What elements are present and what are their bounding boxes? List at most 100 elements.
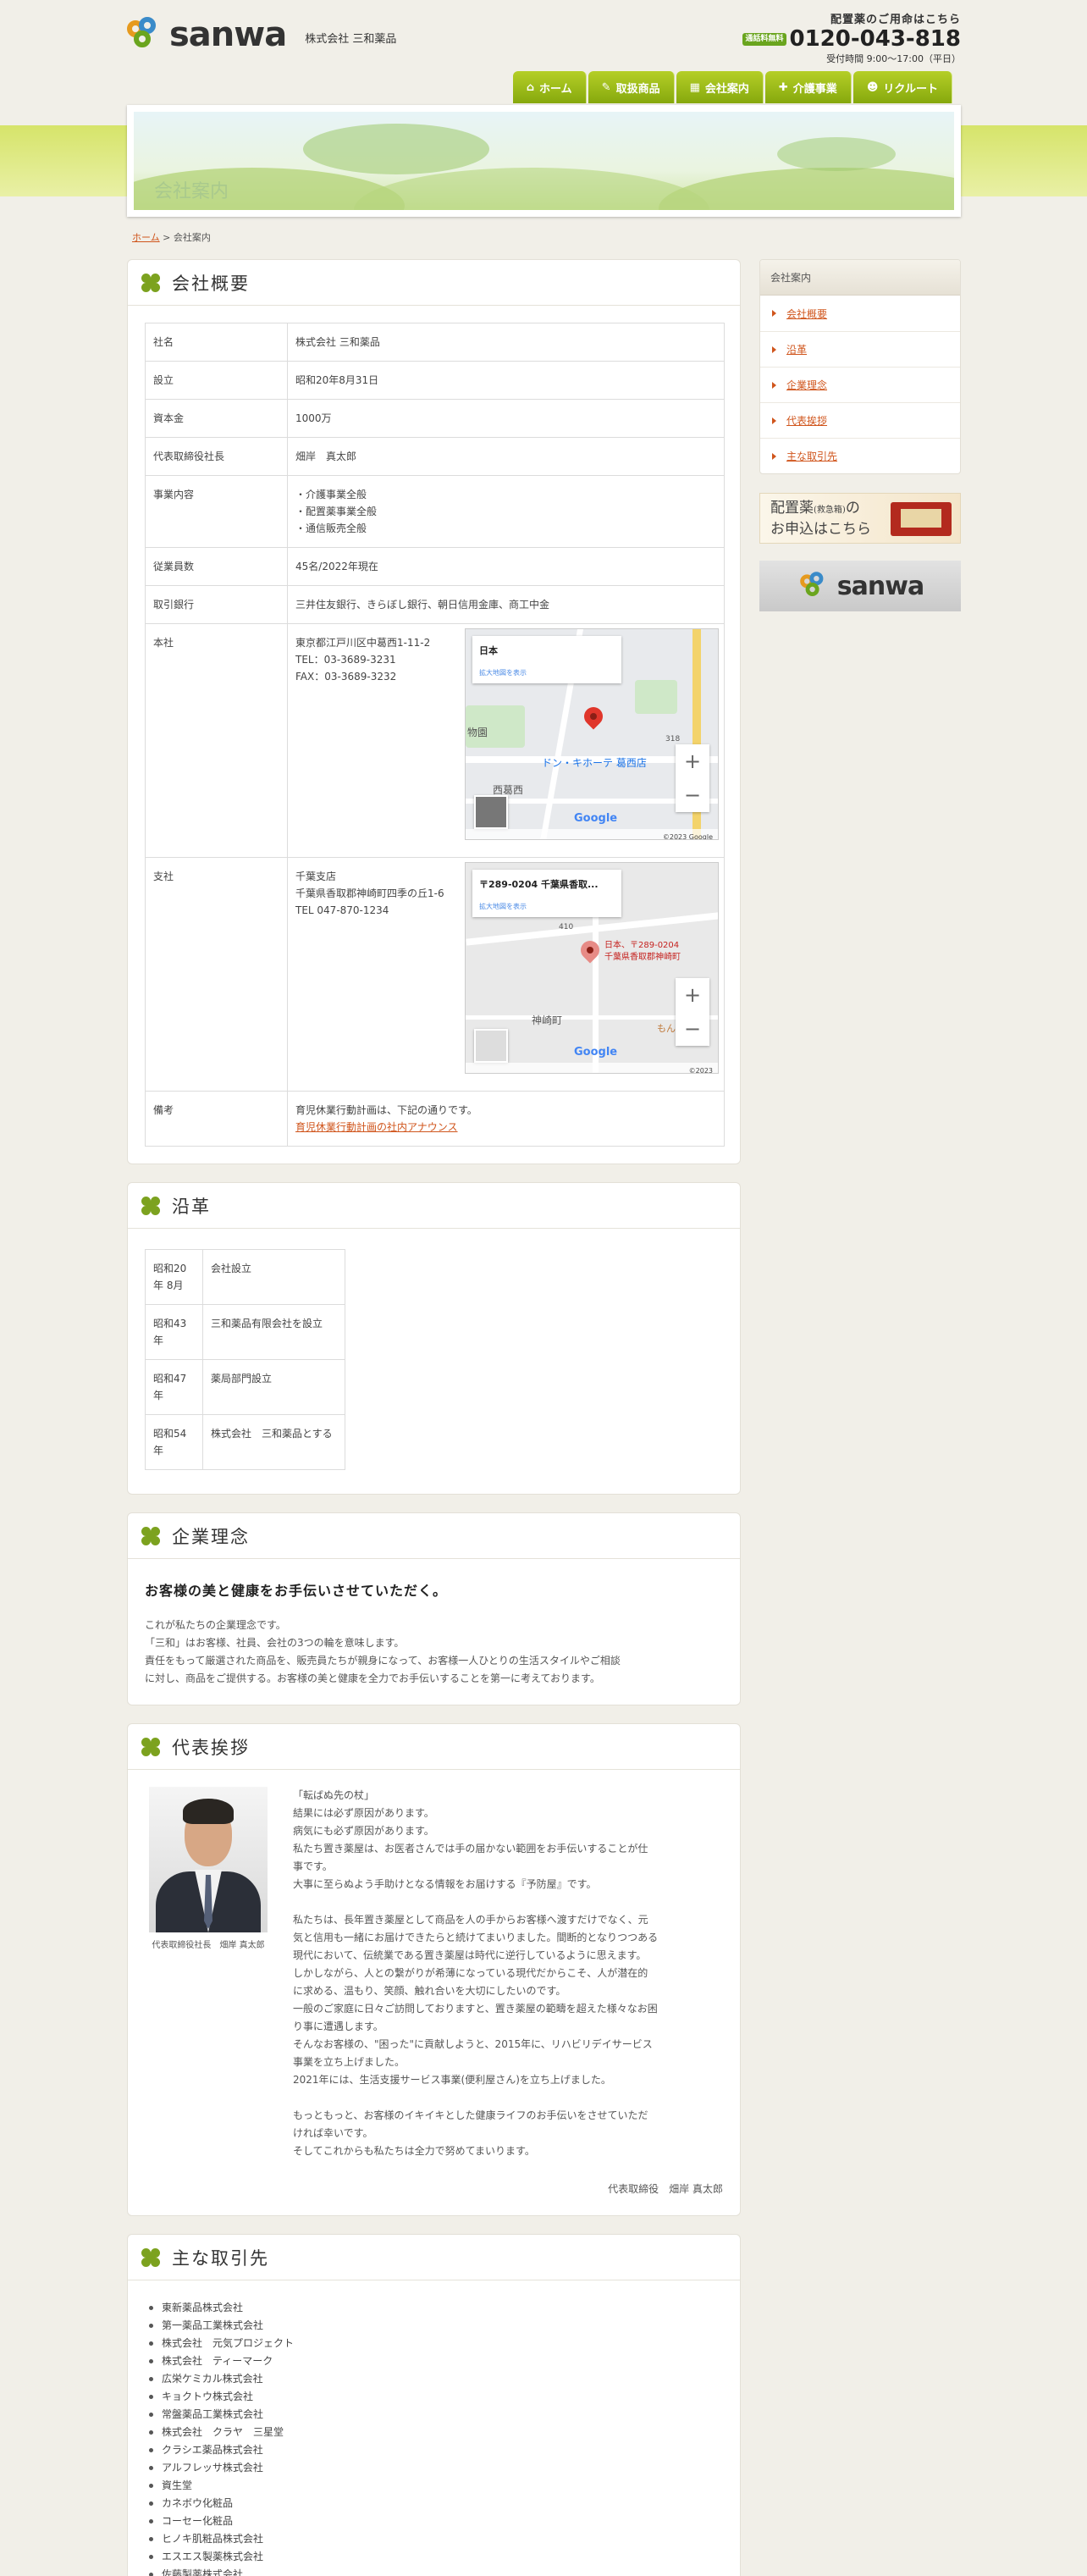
row-value: 昭和20年8月31日	[287, 361, 725, 400]
philosophy-line: 「三和」はお客様、社員、会社の3つの輪を意味します。	[145, 1637, 405, 1649]
map-label: 神崎町	[532, 1014, 563, 1026]
zoom-out-icon[interactable]: −	[684, 785, 701, 805]
table-row: 支社 〒289-0204 千葉県香取... 拡大地図を表示 日本、〒289-020…	[145, 857, 725, 1092]
row-key: 事業内容	[145, 475, 288, 548]
list-item: 株式会社 元気プロジェクト	[145, 2335, 723, 2352]
nav-label: 介護事業	[792, 82, 837, 96]
greeting-line: そんなお客様の、"困った"に貢献しようと、2015年に、リハビリデイサービス	[293, 2038, 653, 2050]
tel-hours: 受付時間 9:00〜17:00（平日）	[826, 53, 961, 64]
row-key: 資本金	[145, 399, 288, 438]
breadcrumb-separator: >	[159, 232, 174, 243]
row-key: 従業員数	[145, 547, 288, 586]
breadcrumb-home-link[interactable]: ホーム	[132, 232, 160, 243]
branch-map[interactable]: 〒289-0204 千葉県香取... 拡大地図を表示 日本、〒289-0204 千…	[465, 862, 719, 1074]
site-logo[interactable]: sanwa 株式会社 三和薬品	[127, 15, 396, 54]
tel-box: 配置薬のご用命はこちら 通話料無料 0120-043-818 受付時間 9:00…	[742, 10, 961, 65]
arrow-right-icon	[772, 345, 776, 353]
map-enlarge-link[interactable]: 拡大地図を表示	[479, 898, 615, 915]
main-content: 会社概要 社名 株式会社 三和薬品 設立 昭和20年8月31日 資本金 1000万 代…	[127, 259, 741, 2576]
president-photo	[149, 1787, 268, 1932]
sidebar-item-history[interactable]: 沿革	[760, 331, 960, 367]
zoom-out-icon[interactable]: −	[684, 1019, 701, 1039]
business-line: ・通信販売全般	[295, 522, 367, 534]
nav-products[interactable]: ✎ 取扱商品	[588, 71, 675, 103]
childcare-plan-link[interactable]: 育児休業行動計画の社内アナウンス	[295, 1121, 458, 1133]
row-value: 日本 拡大地図を表示 物園 ドン・キホーテ 葛西店 西葛西 318 + − Goog…	[287, 623, 725, 858]
nav-care[interactable]: ✚ 介護事業	[764, 71, 852, 103]
history-date: 昭和20年 8月	[145, 1249, 203, 1305]
greeting-line: 「転ばぬ先の杖」	[293, 1789, 375, 1801]
map-enlarge-link[interactable]: 拡大地図を表示	[479, 665, 615, 682]
map-pin-icon	[577, 937, 604, 964]
tel-caption: 配置薬のご用命はこちら	[830, 14, 961, 26]
history-section: 沿革 昭和20年 8月 会社設立 昭和43年 三和薬品有限会社を設立 昭和47年 薬局…	[127, 1182, 741, 1495]
sidebar-item-overview[interactable]: 会社概要	[760, 296, 960, 331]
sidebar-item-greeting[interactable]: 代表挨拶	[760, 402, 960, 438]
global-nav: ⌂ ホーム ✎ 取扱商品 ▦ 会社案内 ✚ 介護事業 ☻ リクルート	[511, 71, 952, 103]
clover-icon	[141, 1526, 160, 1545]
map-label: 千葉県香取郡神崎町	[604, 953, 681, 962]
cross-icon: ✚	[778, 80, 788, 94]
greeting-line: 現代において、伝統業である置き薬屋は時代に逆行しているように思えます。	[293, 1949, 647, 1961]
list-item: アルフレッサ株式会社	[145, 2459, 723, 2477]
arrow-right-icon	[772, 310, 776, 317]
tel-number-line[interactable]: 通話料無料 0120-043-818	[742, 26, 961, 52]
history-event: 三和薬品有限会社を設立	[202, 1304, 345, 1360]
history-date: 昭和54年	[145, 1414, 203, 1470]
row-value: 畑岸 真太郎	[287, 437, 725, 476]
clover-icon	[141, 1196, 160, 1215]
map-footer: ©2023	[466, 1063, 718, 1073]
sidebar-logo-text: sanwa	[836, 571, 924, 601]
row-value: 育児休業行動計画は、下記の通りです。 育児休業行動計画の社内アナウンス	[287, 1091, 725, 1147]
map-zoom-control[interactable]: + −	[676, 978, 709, 1046]
nav-label: 会社案内	[704, 82, 749, 96]
history-date: 昭和43年	[145, 1304, 203, 1360]
overview-table: 社名 株式会社 三和薬品 設立 昭和20年8月31日 資本金 1000万 代表取締役社…	[145, 323, 725, 1147]
table-row: 備考 育児休業行動計画は、下記の通りです。 育児休業行動計画の社内アナウンス	[145, 1091, 725, 1147]
zoom-in-icon[interactable]: +	[684, 985, 701, 1005]
banner-small: (救急箱)	[814, 505, 846, 515]
tel-number[interactable]: 0120-043-818	[790, 26, 962, 52]
greeting-line: 結果には必ず原因があります。	[293, 1807, 434, 1819]
greeting-line: 私たち置き薬屋は、お医者さんでは手の届かない範囲をお手伝いすることが仕	[293, 1843, 648, 1855]
medicine-box-icon	[891, 502, 952, 536]
row-key: 備考	[145, 1091, 288, 1147]
zoom-in-icon[interactable]: +	[684, 751, 701, 771]
sidebar-item-label: 代表挨拶	[786, 415, 828, 427]
greeting-line	[293, 1893, 723, 1911]
logo-rings-icon	[799, 572, 829, 600]
row-key: 代表取締役社長	[145, 437, 288, 476]
map-satellite-toggle[interactable]	[474, 795, 508, 829]
medicine-box-banner[interactable]: 配置薬(救急箱)の お申込はこちら	[759, 493, 961, 544]
arrow-right-icon	[772, 452, 776, 460]
sidebar-item-philosophy[interactable]: 企業理念	[760, 367, 960, 402]
sidebar-item-partners[interactable]: 主な取引先	[760, 438, 960, 473]
list-item: キョクトウ株式会社	[145, 2388, 723, 2406]
business-line: ・配置薬事業全般	[295, 506, 378, 517]
sidebar-logo-banner[interactable]: sanwa	[759, 561, 961, 611]
list-item: 第一薬品工業株式会社	[145, 2317, 723, 2335]
nav-recruit[interactable]: ☻ リクルート	[852, 71, 952, 103]
row-value: 〒289-0204 千葉県香取... 拡大地図を表示 日本、〒289-0204 千…	[287, 857, 725, 1092]
greeting-line: しかしながら、人との繋がりが希薄になっている現代だからこそ、人が潜在的	[293, 1967, 648, 1979]
philosophy-section: 企業理念 お客様の美と健康をお手伝いさせていただく。 これが私たちの企業理念です…	[127, 1512, 741, 1705]
photo-caption: 代表取締役社長 畑岸 真太郎	[152, 1941, 265, 1950]
row-value: 三井住友銀行、きらぼし銀行、朝日信用金庫、商工中金	[287, 585, 725, 624]
partners-section: 主な取引先 東新薬品株式会社 第一薬品工業株式会社 株式会社 元気プロジェクト 株式会…	[127, 2234, 741, 2576]
clover-icon	[141, 2247, 160, 2267]
free-dial-icon: 通話料無料	[742, 32, 786, 46]
greeting-line: もっともっと、お客様のイキイキとした健康ライフのお手伝いをさせていただ	[293, 2109, 648, 2121]
nav-company[interactable]: ▦ 会社案内	[676, 71, 764, 103]
list-item: 常盤薬品工業株式会社	[145, 2406, 723, 2424]
map-zoom-control[interactable]: + −	[676, 744, 709, 812]
greeting-line: ければ幸いです。	[293, 2127, 373, 2139]
head-office-map[interactable]: 日本 拡大地図を表示 物園 ドン・キホーテ 葛西店 西葛西 318 + − Goog…	[465, 628, 719, 840]
nav-home[interactable]: ⌂ ホーム	[512, 71, 587, 103]
section-title: 代表挨拶	[172, 1737, 250, 1758]
section-title: 沿革	[172, 1196, 211, 1217]
greeting-section: 代表挨拶 代表取締役社長 畑岸 真太郎 「転ばぬ先の杖」結果には必ず原因がありま…	[127, 1723, 741, 2216]
map-card-title: 〒289-0204 千葉県香取...	[479, 879, 599, 890]
sidebar-item-label: 主な取引先	[786, 451, 838, 462]
pill-icon: ✎	[601, 80, 611, 94]
map-satellite-toggle[interactable]	[474, 1029, 508, 1063]
